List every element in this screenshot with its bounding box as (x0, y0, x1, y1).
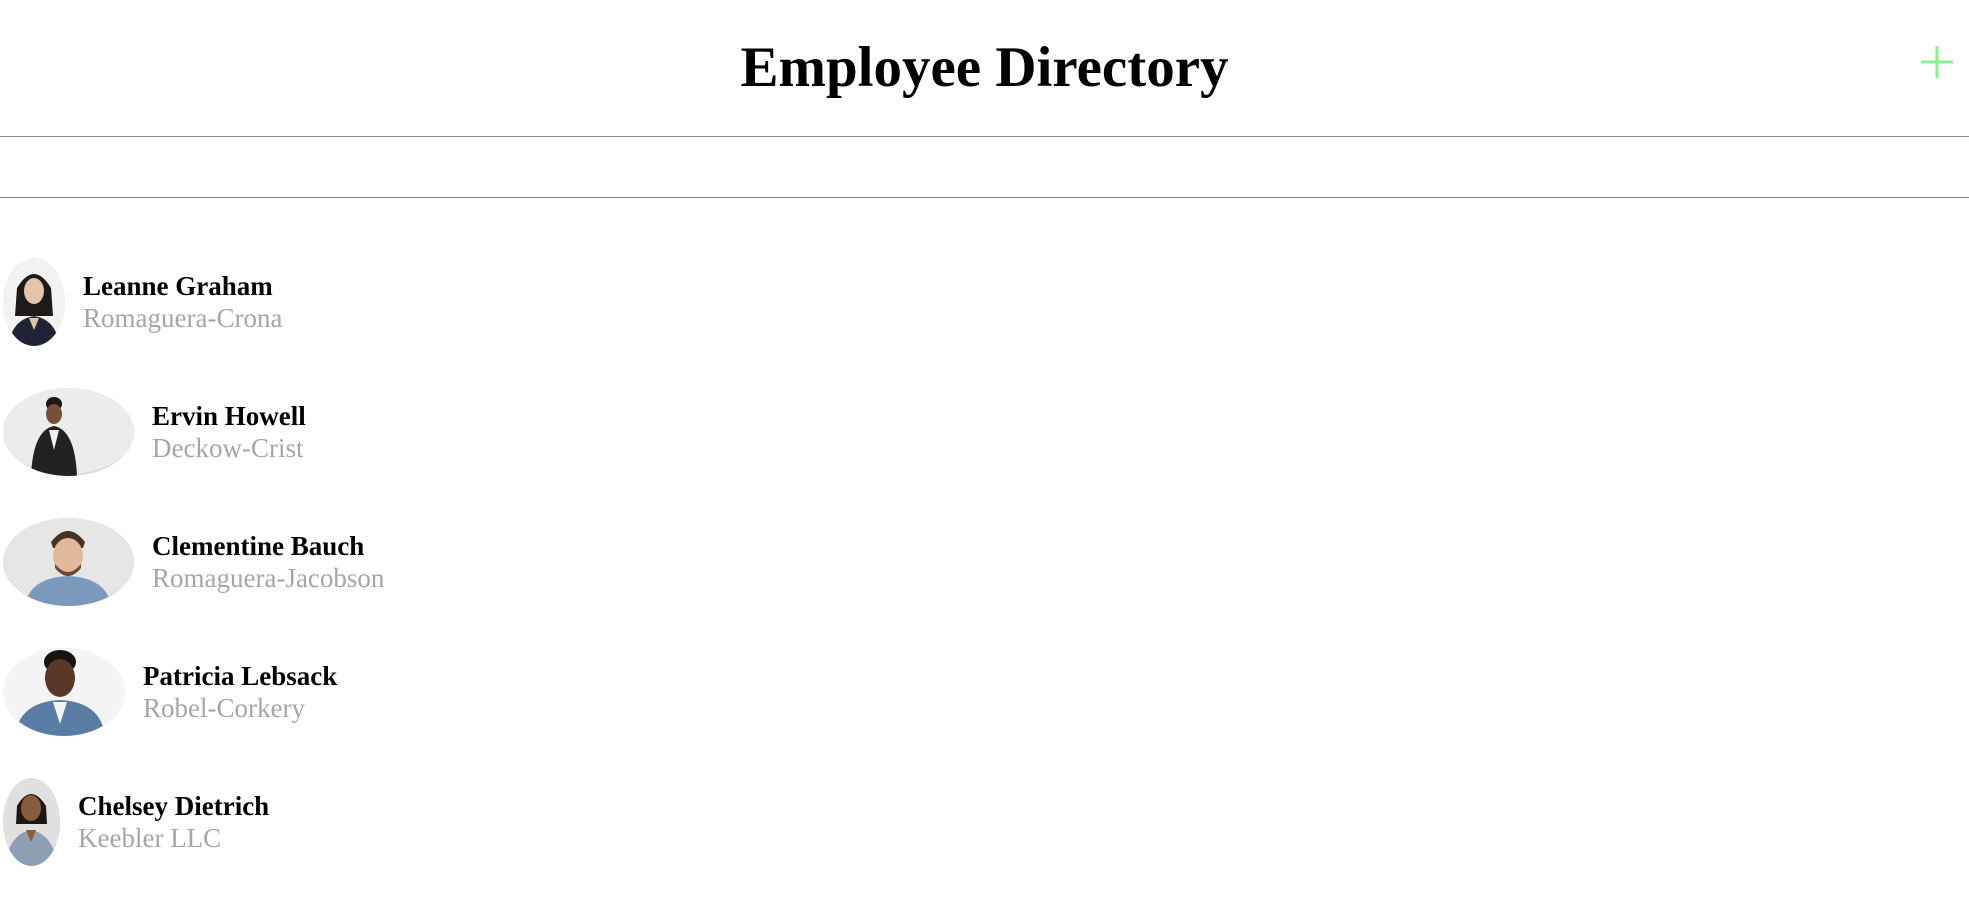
search-bar (0, 137, 1969, 198)
employee-name: Ervin Howell (152, 401, 306, 431)
employee-company: Robel-Corkery (143, 693, 305, 723)
avatar (3, 388, 134, 476)
person-photo (3, 648, 125, 736)
search-input[interactable] (0, 137, 1969, 197)
avatar (3, 778, 60, 866)
avatar (3, 648, 125, 736)
plus-icon (1921, 46, 1953, 78)
employee-name: Clementine Bauch (152, 531, 365, 561)
person-photo (3, 518, 134, 606)
list-item[interactable]: Patricia Lebsack Robel-Corkery (0, 648, 1969, 778)
avatar (3, 258, 65, 346)
employee-name: Chelsey Dietrich (78, 791, 270, 821)
employee-company: Romaguera-Crona (83, 303, 283, 333)
list-item[interactable]: Ervin Howell Deckow-Crist (0, 388, 1969, 518)
person-photo (3, 388, 134, 476)
employee-company: Romaguera-Jacobson (152, 563, 385, 593)
employee-company: Deckow-Crist (152, 433, 304, 463)
list-item[interactable]: Leanne Graham Romaguera-Crona (0, 258, 1969, 388)
list-item[interactable]: Clementine Bauch Romaguera-Jacobson (0, 518, 1969, 648)
add-employee-button[interactable] (1919, 44, 1955, 80)
employee-name: Leanne Graham (83, 271, 273, 301)
list-item[interactable]: Chelsey Dietrich Keebler LLC (0, 778, 1969, 902)
person-photo (3, 258, 65, 346)
employee-list: Leanne Graham Romaguera-Crona Ervin Howe… (0, 198, 1969, 902)
app-header: Employee Directory (0, 0, 1969, 137)
avatar (3, 518, 134, 606)
person-photo (3, 778, 60, 866)
page-title: Employee Directory (740, 36, 1229, 99)
employee-company: Keebler LLC (78, 823, 222, 853)
employee-name: Patricia Lebsack (143, 661, 338, 691)
